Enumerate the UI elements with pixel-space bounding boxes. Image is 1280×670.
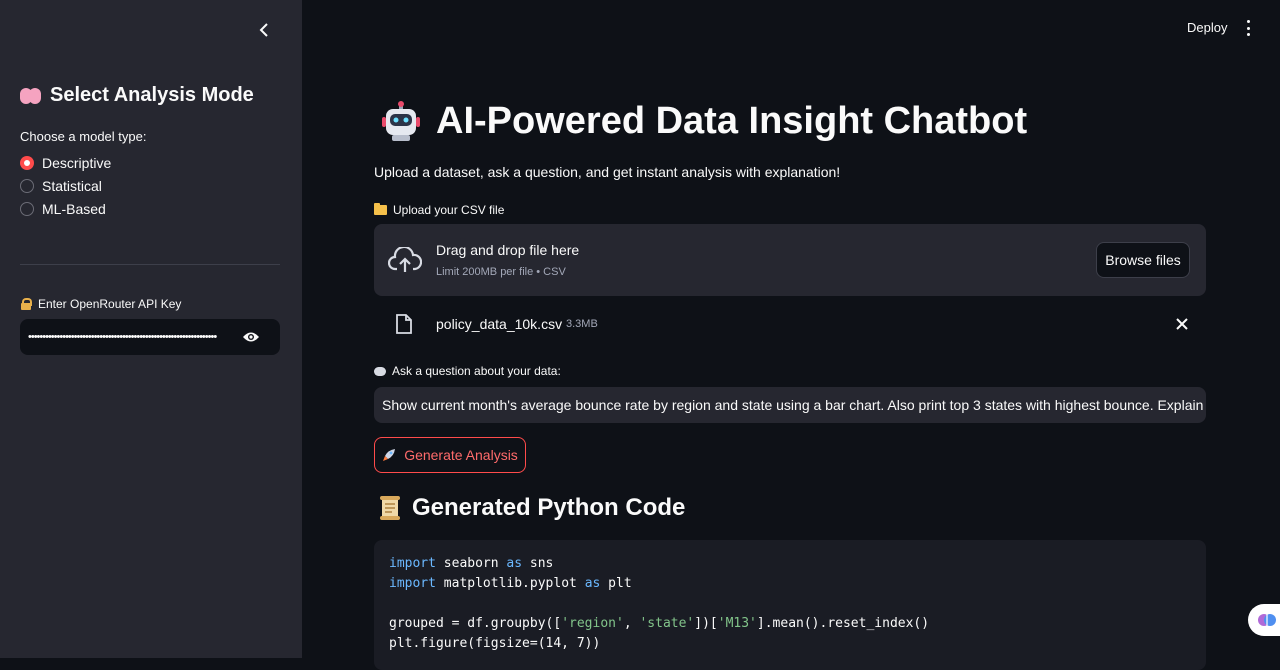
sidebar-divider	[20, 264, 280, 265]
browse-files-button[interactable]: Browse files	[1096, 242, 1190, 278]
sidebar-title: Select Analysis Mode	[20, 84, 254, 107]
file-name: policy_data_10k.csv	[436, 316, 563, 332]
deploy-button[interactable]: Deploy	[1187, 20, 1227, 35]
ask-label-text: Ask a question about your data:	[392, 364, 561, 378]
page-title: AI-Powered Data Insight Chatbot	[380, 100, 1027, 143]
radio-ml-based[interactable]: ML-Based	[20, 201, 106, 217]
rocket-icon	[382, 448, 396, 462]
code-line: grouped = df.groupby(['region', 'state']…	[389, 616, 930, 631]
radio-selected-icon[interactable]	[20, 156, 34, 170]
radio-descriptive[interactable]: Descriptive	[20, 155, 111, 171]
api-key-label: Enter OpenRouter API Key	[20, 297, 181, 311]
radio-label: ML-Based	[42, 201, 106, 217]
dropzone-instructions: Drag and drop file here	[436, 242, 580, 258]
code-line: import seaborn as sns	[389, 556, 554, 571]
radio-unselected-icon[interactable]	[20, 179, 34, 193]
dropzone-limit: Limit 200MB per file • CSV	[436, 266, 566, 278]
code-block: import seaborn as sns import matplotlib.…	[374, 540, 1206, 670]
robot-icon	[380, 100, 422, 143]
sidebar-title-text: Select Analysis Mode	[50, 84, 254, 106]
radio-label: Descriptive	[42, 155, 112, 171]
close-icon[interactable]	[1174, 316, 1190, 332]
page-subtitle: Upload a dataset, ask a question, and ge…	[374, 164, 841, 180]
radio-unselected-icon[interactable]	[20, 202, 34, 216]
more-menu-icon[interactable]	[1242, 19, 1254, 37]
upload-label: Upload your CSV file	[374, 203, 504, 217]
generate-analysis-label: Generate Analysis	[404, 447, 518, 463]
code-section-title: Generated Python Code	[378, 494, 685, 522]
cloud-upload-icon	[387, 245, 423, 273]
model-type-label: Choose a model type:	[20, 129, 147, 144]
api-key-input[interactable]: ••••••••••••••••••••••••••••••••••••••••…	[20, 319, 280, 355]
uploaded-file: policy_data_10k.csv 3.3MB	[374, 308, 1206, 340]
sidebar: Select Analysis Mode Choose a model type…	[0, 0, 302, 658]
generate-analysis-button[interactable]: Generate Analysis	[374, 437, 526, 473]
page-title-text: AI-Powered Data Insight Chatbot	[436, 100, 1028, 142]
file-dropzone[interactable]: Drag and drop file here Limit 200MB per …	[374, 224, 1206, 296]
question-value[interactable]: Show current month's average bounce rate…	[382, 397, 1206, 413]
lock-icon	[20, 298, 32, 310]
file-icon	[396, 314, 412, 334]
code-section-title-text: Generated Python Code	[412, 494, 686, 521]
file-size: 3.3MB	[566, 318, 598, 330]
collapse-sidebar-icon[interactable]	[254, 20, 274, 42]
speech-bubble-icon	[374, 366, 386, 376]
radio-statistical[interactable]: Statistical	[20, 178, 102, 194]
brain-icon	[20, 86, 42, 106]
brain-icon	[1257, 610, 1277, 630]
ask-label: Ask a question about your data:	[374, 364, 561, 378]
upload-label-text: Upload your CSV file	[393, 203, 505, 217]
scroll-icon	[378, 495, 402, 521]
folder-icon	[374, 203, 387, 215]
code-line: import matplotlib.pyplot as plt	[389, 576, 632, 591]
code-line: plt.figure(figsize=(14, 7))	[389, 636, 601, 651]
api-key-value[interactable]: ••••••••••••••••••••••••••••••••••••••••…	[28, 331, 228, 343]
assistant-fab-button[interactable]	[1248, 604, 1280, 636]
api-key-label-text: Enter OpenRouter API Key	[38, 297, 182, 311]
eye-icon[interactable]	[242, 330, 260, 342]
radio-label: Statistical	[42, 178, 102, 194]
question-input[interactable]: Show current month's average bounce rate…	[374, 387, 1206, 423]
